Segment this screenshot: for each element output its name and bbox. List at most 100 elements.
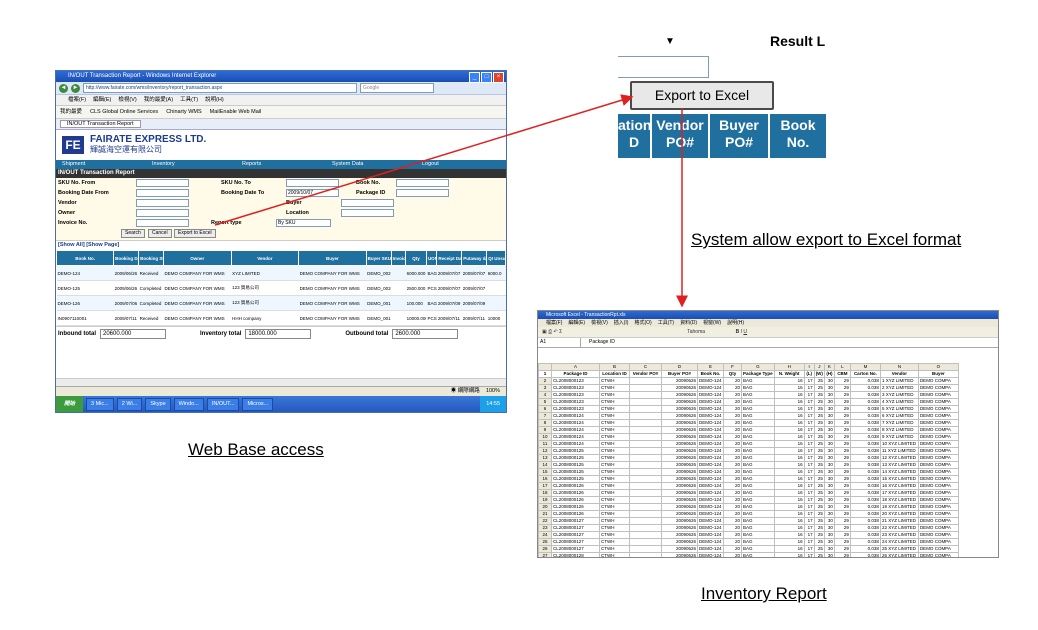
sheet-cell[interactable]: BAG [741,405,775,413]
sheet-cell[interactable]: 17 [803,391,815,399]
sheet-cell[interactable]: 20090626 [661,447,698,455]
horizontal-scrollbar[interactable] [56,378,506,386]
row-number[interactable]: 20 [538,503,552,511]
sheet-cell[interactable]: 1 XYZ LIMITED [879,377,919,385]
sheet-cell[interactable]: 16 [773,517,805,525]
sheet-cell[interactable]: 4 XYZ LIMITED [879,398,919,406]
excel-menu-item[interactable]: 編輯(E) [568,319,585,327]
sheet-cell[interactable]: 20 [723,468,742,476]
col-receipt-date[interactable]: Receipt Date [436,250,463,266]
sheet-cell[interactable]: 25 [813,552,825,557]
sheet-cell[interactable]: 20090626 [661,510,698,518]
sheet-header-cell[interactable]: Book No. [697,370,724,378]
row-number[interactable]: 14 [538,461,552,469]
sheet-cell[interactable]: 16 [773,433,805,441]
sheet-cell[interactable]: BAG [741,433,775,441]
sheet-cell[interactable]: CL2008000124 [551,440,600,448]
sheet-cell[interactable]: 30 [823,419,835,427]
sheet-cell[interactable]: 26 XYZ LIMITED [879,552,919,557]
row-number[interactable]: 13 [538,454,552,462]
font-select[interactable]: Tahoma [687,329,705,335]
sheet-cell[interactable]: 20090626 [661,461,698,469]
row-number[interactable]: 1 [538,370,552,378]
row-number[interactable]: 7 [538,412,552,420]
sheet-cell[interactable]: DEMO COMPA [917,377,959,385]
sheet-cell[interactable]: DEMO COMPA [917,433,959,441]
sheet-cell[interactable]: 0.038 [849,377,881,385]
sheet-cell[interactable]: 0.038 [849,419,881,427]
sheet-cell[interactable]: 29 [833,524,851,532]
search-input[interactable]: Google [360,83,434,93]
sheet-cell[interactable]: 25 [813,447,825,455]
sheet-cell[interactable]: 29 [833,426,851,434]
row-number[interactable]: 27 [538,552,552,557]
sheet-cell[interactable]: 0.038 [849,496,881,504]
sheet-cell[interactable]: DEMO-124 [697,447,724,455]
sheet-cell[interactable]: 8 XYZ LIMITED [879,426,919,434]
column-header[interactable]: A [551,363,600,371]
sheet-cell[interactable] [629,391,662,399]
sheet-cell[interactable]: 16 [773,461,805,469]
sheet-cell[interactable]: DEMO-124 [697,454,724,462]
sheet-cell[interactable]: DEMO-124 [697,489,724,497]
sheet-cell[interactable]: 16 [773,552,805,557]
sheet-cell[interactable]: 30 [823,426,835,434]
sheet-cell[interactable]: CTWH [599,482,630,490]
sheet-cell[interactable] [629,405,662,413]
sheet-cell[interactable]: 17 [803,538,815,546]
sheet-cell[interactable]: CTWH [599,405,630,413]
sheet-cell[interactable]: 17 [803,510,815,518]
sheet-cell[interactable]: CTWH [599,447,630,455]
col-book-no[interactable]: Book No. [56,250,115,266]
sheet-cell[interactable]: 19 XYZ LIMITED [879,503,919,511]
sheet-cell[interactable]: 25 [813,517,825,525]
sheet-cell[interactable]: DEMO COMPA [917,419,959,427]
dropdown-arrow-icon[interactable]: ▼ [665,36,675,47]
sheet-cell[interactable]: 17 [803,482,815,490]
taskbar-item[interactable]: 3 Mic... [86,397,114,411]
sheet-cell[interactable] [629,531,662,539]
italic-icon[interactable]: I [741,329,742,335]
sheet-header-cell[interactable]: Buyer [917,370,959,378]
sheet-cell[interactable]: 30 [823,398,835,406]
sheet-cell[interactable]: 25 [813,454,825,462]
sheet-cell[interactable]: DEMO COMPA [917,489,959,497]
sheet-cell[interactable]: CL2008000126 [551,482,600,490]
sheet-cell[interactable]: 20090626 [661,503,698,511]
sheet-cell[interactable]: 16 [773,489,805,497]
sheet-cell[interactable]: 29 [833,510,851,518]
sheet-header-cell[interactable]: Location ID [599,370,630,378]
sheet-header-cell[interactable]: Qty [723,370,742,378]
sheet-cell[interactable]: 17 [803,426,815,434]
sheet-cell[interactable]: BAG [741,503,775,511]
sku-from-input[interactable] [136,179,189,187]
sheet-cell[interactable]: 20090626 [661,384,698,392]
sheet-cell[interactable]: CL2008000124 [551,426,600,434]
sheet-cell[interactable]: 17 [803,517,815,525]
row-number[interactable]: 4 [538,391,552,399]
sheet-cell[interactable]: 30 [823,405,835,413]
row-number[interactable]: 8 [538,419,552,427]
sheet-cell[interactable]: 17 [803,398,815,406]
sheet-cell[interactable]: DEMO COMPA [917,482,959,490]
sheet-cell[interactable]: 9 XYZ LIMITED [879,433,919,441]
sheet-cell[interactable]: DEMO COMPA [917,454,959,462]
sheet-cell[interactable]: 16 [773,412,805,420]
sheet-cell[interactable]: DEMO COMPA [917,538,959,546]
col-buyer[interactable]: Buyer [298,250,367,266]
sheet-cell[interactable]: 5 XYZ LIMITED [879,405,919,413]
excel-menu-item[interactable]: 工具(T) [658,319,674,327]
sheet-cell[interactable]: 25 [813,524,825,532]
export-to-excel-button-zoomed[interactable]: Export to Excel [630,81,774,110]
url-field[interactable]: http://www.fairate.com/wms/inventory/rep… [83,83,357,93]
bold-icon[interactable]: B [736,329,740,335]
sheet-cell[interactable]: 15 XYZ LIMITED [879,475,919,483]
row-number[interactable]: 6 [538,405,552,413]
sheet-cell[interactable]: 0.038 [849,412,881,420]
sheet-cell[interactable] [629,412,662,420]
col-uom[interactable]: UOM [425,250,438,266]
sheet-cell[interactable]: 29 [833,468,851,476]
sheet-cell[interactable]: 24 XYZ LIMITED [879,538,919,546]
column-header[interactable]: O [917,363,959,371]
sheet-cell[interactable]: CTWH [599,398,630,406]
